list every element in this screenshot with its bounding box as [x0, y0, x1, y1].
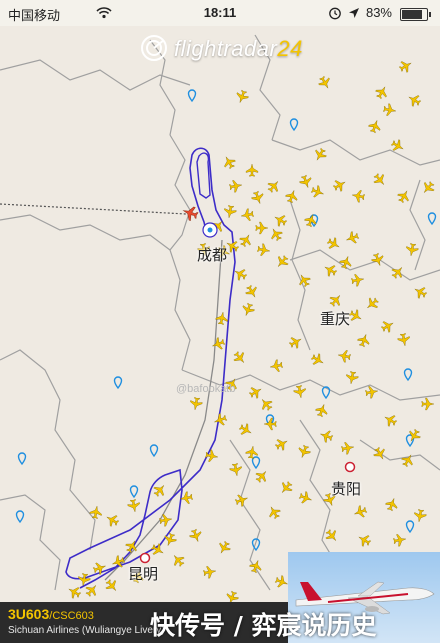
kunming-airport-marker[interactable] [139, 552, 151, 564]
status-bar: 中国移动 18:11 83% [0, 0, 440, 26]
battery-icon [400, 8, 431, 21]
brand-name: flightradar24 [174, 36, 303, 61]
flight-number[interactable]: 3U603/CSC603 [8, 606, 94, 622]
city-label-guiyang[interactable]: 贵阳 [331, 478, 361, 499]
guiyang-airport-marker[interactable] [344, 461, 356, 473]
city-label-chongqing[interactable]: 重庆 [320, 308, 350, 329]
airline-name: Sichuan Airlines (Wuliangye Livery) [8, 625, 165, 636]
brand-suffix: 24 [277, 36, 303, 61]
weibo-watermark: @bafookatb [176, 383, 236, 395]
alarm-icon [329, 7, 341, 20]
flight-map[interactable] [0, 0, 440, 643]
city-label-kunming[interactable]: 昆明 [128, 563, 158, 584]
location-arrow-icon [349, 8, 359, 18]
callsign: /CSC603 [49, 610, 94, 622]
chengdu-airport-marker[interactable] [202, 222, 218, 238]
overlay-watermark-text: 快传号 / 弈宸说历史 [150, 611, 377, 640]
battery-percent: 83% [365, 5, 392, 20]
city-label-chengdu[interactable]: 成都 [197, 244, 227, 265]
radar-logo-icon [141, 35, 167, 61]
